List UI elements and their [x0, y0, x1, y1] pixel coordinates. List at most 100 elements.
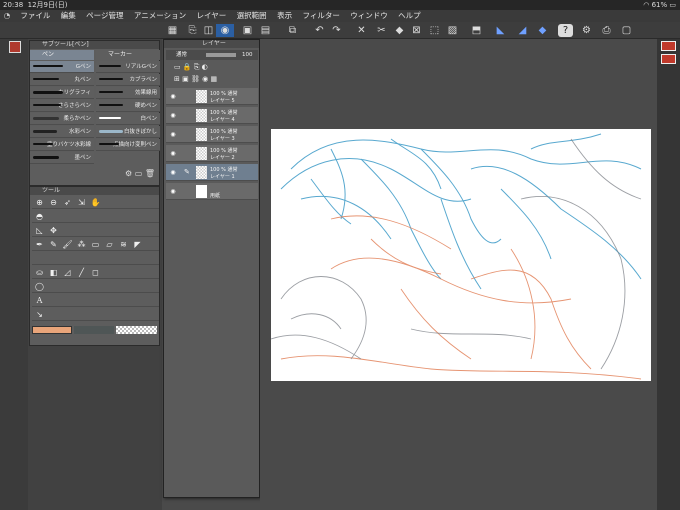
lasso-icon[interactable]: ➶: [62, 197, 73, 208]
brush-ink-pen[interactable]: 墨ペン: [30, 152, 94, 164]
eye-icon[interactable]: ◉: [169, 93, 177, 100]
brush-effect-line[interactable]: 効果線用: [96, 87, 160, 99]
menu-layer[interactable]: レイヤー: [193, 10, 231, 22]
brush-sarasara-pen[interactable]: さらさらペン: [30, 100, 94, 112]
gradient-icon[interactable]: ◧: [48, 267, 59, 278]
object-select-icon[interactable]: ◺: [34, 225, 45, 236]
eye-icon[interactable]: ◉: [216, 24, 234, 37]
brush-icon[interactable]: 🖌: [62, 239, 73, 250]
color-set-icon[interactable]: [661, 41, 676, 51]
color-history-icon[interactable]: [661, 54, 676, 64]
layer-row-paper[interactable]: ◉ 用紙: [166, 183, 258, 200]
cut-icon[interactable]: ✂: [375, 24, 388, 37]
frame-icon[interactable]: ◻: [90, 267, 101, 278]
trash-icon[interactable]: 🗑: [145, 169, 155, 178]
correction-icon[interactable]: ↘: [34, 309, 45, 320]
blend-icon[interactable]: ≋: [118, 239, 129, 250]
settings-icon[interactable]: ⚙: [580, 24, 593, 37]
deselect-icon[interactable]: ⬚: [428, 24, 441, 37]
eraser-icon[interactable]: ▱: [104, 239, 115, 250]
zoom-icon[interactable]: ⊕: [34, 197, 45, 208]
move-icon[interactable]: ✥: [48, 225, 59, 236]
link-icon[interactable]: ⛓: [191, 75, 200, 83]
menu-help[interactable]: ヘルプ: [394, 10, 425, 22]
brush-soft-pen[interactable]: 柔らかペン: [30, 113, 94, 125]
visibility-icon[interactable]: ◉: [202, 75, 208, 83]
layer-row-4[interactable]: ◉ 100 % 通常 レイヤー 4: [166, 107, 258, 124]
hand-icon[interactable]: ✋: [90, 197, 101, 208]
snap-icon[interactable]: ◢: [516, 24, 529, 37]
clip-icon[interactable]: ⎘: [194, 63, 200, 71]
opacity-value[interactable]: 100: [242, 50, 253, 60]
help-icon[interactable]: ?: [558, 24, 573, 37]
airbrush-icon[interactable]: ⁂: [76, 239, 87, 250]
category-marker[interactable]: マーカー: [96, 50, 160, 60]
undo-icon[interactable]: ↶: [313, 24, 326, 37]
category-pen[interactable]: ペン: [30, 50, 94, 60]
add-layer-icon[interactable]: ⊞: [174, 75, 180, 83]
transparent-color-swatch[interactable]: [116, 326, 157, 334]
brush-stipple-pen[interactable]: 点描向け変則ペン: [96, 139, 160, 151]
menu-edit[interactable]: 編集: [57, 10, 80, 22]
brush-white-pen[interactable]: 白ペン: [96, 113, 160, 125]
paint-bucket-icon[interactable]: ⛀: [34, 267, 45, 278]
eye-icon[interactable]: ◉: [169, 150, 177, 157]
redo-icon[interactable]: ↷: [330, 24, 343, 37]
open-icon[interactable]: ◫: [202, 24, 215, 37]
main-color-swatch[interactable]: [32, 326, 72, 334]
export-icon[interactable]: ▤: [259, 24, 272, 37]
line-icon[interactable]: ╱: [76, 267, 87, 278]
menu-page[interactable]: ページ管理: [82, 10, 127, 22]
fill-bucket-icon[interactable]: ◤: [132, 239, 143, 250]
eye-icon[interactable]: ◉: [169, 188, 177, 195]
brush-calligraphy[interactable]: カリグラフィ: [30, 87, 94, 99]
brush-hard-pen[interactable]: 硬めペン: [96, 100, 160, 112]
menu-file[interactable]: ファイル: [16, 10, 54, 22]
brush-real-g-pen[interactable]: リアルGペン: [96, 61, 160, 73]
new-file-icon[interactable]: ⎘: [186, 24, 199, 37]
eye-dropper-icon[interactable]: ◓: [34, 211, 45, 222]
eye-icon[interactable]: ◉: [169, 112, 177, 119]
brush-kabura-pen[interactable]: カブラペン: [96, 74, 160, 86]
brush-fill-watercolor[interactable]: 塗りバケツ水彩線: [30, 139, 94, 151]
transform-icon[interactable]: ⊠: [410, 24, 423, 37]
save-icon[interactable]: ▣: [241, 24, 254, 37]
layer-row-3[interactable]: ◉ 100 % 通常 レイヤー 3: [166, 126, 258, 143]
mask-icon[interactable]: ◐: [202, 63, 208, 71]
new-layer-icon[interactable]: ▭: [174, 63, 181, 71]
brush-watercolor-pen[interactable]: 水彩ペン: [30, 126, 94, 138]
pen-icon[interactable]: ✒: [34, 239, 45, 250]
menu-view[interactable]: 表示: [273, 10, 296, 22]
figure-icon[interactable]: ◿: [62, 267, 73, 278]
window-icon[interactable]: ▢: [620, 24, 633, 37]
menu-selection[interactable]: 選択範囲: [233, 10, 271, 22]
folder-icon[interactable]: ▣: [182, 75, 189, 83]
fill-icon[interactable]: ◆: [393, 24, 406, 37]
menu-window[interactable]: ウィンドウ: [346, 10, 392, 22]
text-icon[interactable]: A: [34, 295, 45, 306]
ruler-icon[interactable]: ◣: [494, 24, 507, 37]
brush-white-blur[interactable]: 白抜きぼかし: [96, 126, 160, 138]
pen-pressure-icon[interactable]: ◆: [536, 24, 549, 37]
clear-icon[interactable]: ✕: [355, 24, 368, 37]
trash-icon[interactable]: ▦: [210, 75, 217, 83]
layer-row-5[interactable]: ◉ 100 % 通常 レイヤー 5: [166, 88, 258, 105]
expand-icon[interactable]: ⬒: [470, 24, 483, 37]
balloon-icon[interactable]: ◯: [34, 281, 45, 292]
sub-color-swatch[interactable]: [74, 326, 114, 334]
menu-animation[interactable]: アニメーション: [130, 10, 190, 22]
app-icon[interactable]: ◔: [0, 10, 14, 22]
print-icon[interactable]: ⎙: [600, 24, 613, 37]
brush-maru-pen[interactable]: 丸ペン: [30, 74, 94, 86]
select-icon[interactable]: ⇲: [76, 197, 87, 208]
new-subtool-icon[interactable]: ▭: [135, 169, 143, 178]
pencil-icon[interactable]: ✎: [48, 239, 59, 250]
opacity-slider[interactable]: [206, 53, 236, 57]
layer-row-2[interactable]: ◉ 100 % 通常 レイヤー 2: [166, 145, 258, 162]
lock-icon[interactable]: 🔒: [183, 63, 192, 71]
layer-row-1[interactable]: ◉ ✎ 100 % 通常 レイヤー 1: [166, 164, 258, 181]
copy-icon[interactable]: ⧉: [286, 24, 299, 37]
eye-icon[interactable]: ◉: [169, 169, 177, 176]
settings-icon[interactable]: ⚙: [125, 169, 132, 178]
hand-zoom-icon[interactable]: ⊖: [48, 197, 59, 208]
